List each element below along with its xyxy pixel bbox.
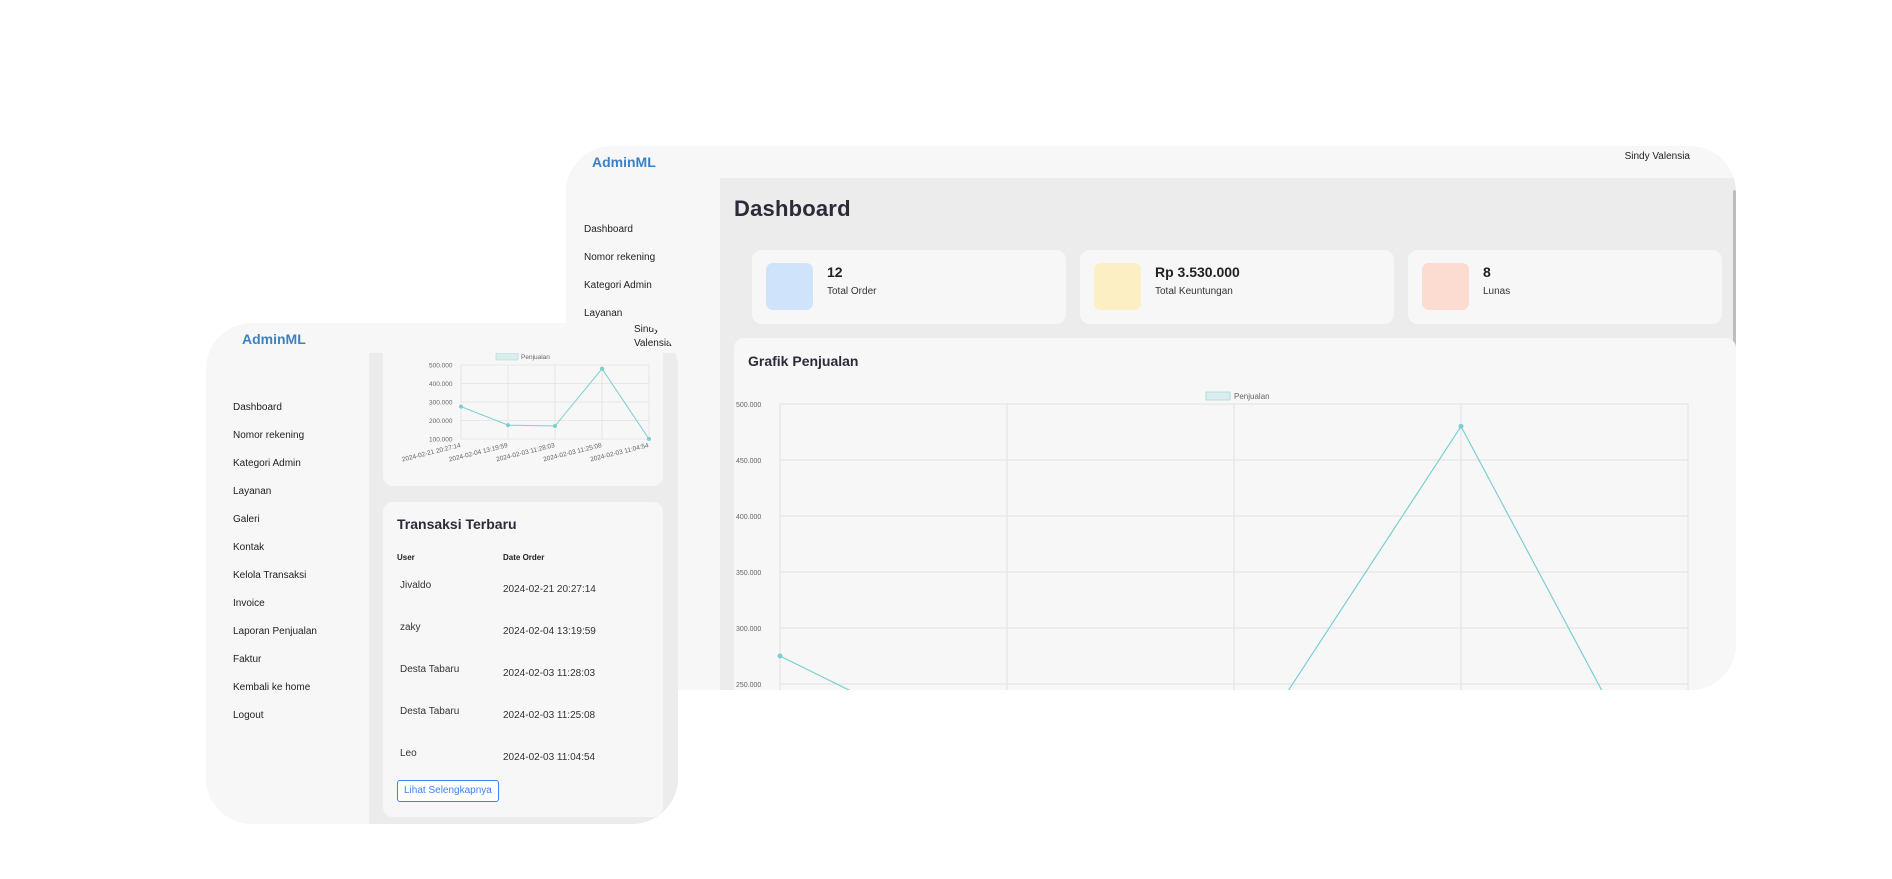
- main-content: Penjualan 100.000 200.000 300.000 400.000 500…: [369, 353, 678, 824]
- y-tick-label: 250.000: [736, 682, 761, 689]
- transactions-title: Transaksi Terbaru: [397, 516, 517, 532]
- sidebar-item-nomor-rekening[interactable]: Nomor rekening: [584, 252, 655, 280]
- data-point[interactable]: [553, 424, 557, 429]
- sidebar-item-kategori-admin[interactable]: Kategori Admin: [584, 280, 655, 308]
- data-point[interactable]: [506, 423, 510, 428]
- stat-card-total-order: 12 Total Order: [752, 250, 1066, 324]
- data-point[interactable]: [647, 437, 651, 441]
- sales-chart-panel: Grafik Penjualan Penjualan 250.000 300.000…: [734, 338, 1736, 690]
- data-point[interactable]: [600, 366, 604, 371]
- cell-user: Jivaldo: [400, 580, 432, 591]
- stat-icon: [1422, 263, 1469, 310]
- stat-value: Rp 3.530.000: [1155, 264, 1240, 280]
- cell-date: 2024-02-03 11:28:03: [503, 668, 596, 679]
- cell-user: Desta Tabaru: [400, 706, 460, 717]
- cell-date: 2024-02-04 13:19:59: [503, 626, 596, 637]
- sidebar-item-kelola-transaksi[interactable]: Kelola Transaksi: [233, 570, 317, 598]
- cell-user: Desta Tabaru: [400, 664, 460, 675]
- data-point[interactable]: [459, 404, 463, 409]
- stat-icon: [1094, 263, 1141, 310]
- recent-transactions-card: Transaksi Terbaru User Date Order Jivald…: [383, 502, 663, 817]
- y-tick-label: 400.000: [736, 514, 761, 521]
- main-content: Dashboard 12 Total Order Rp 3.530.000 To…: [720, 178, 1736, 690]
- column-header-date-order: Date Order: [503, 553, 545, 562]
- y-tick-label: 300.000: [429, 400, 453, 407]
- y-tick-label: 200.000: [429, 418, 453, 425]
- page-title: Dashboard: [734, 196, 851, 221]
- cell-user: Leo: [400, 748, 417, 759]
- data-point[interactable]: [777, 653, 783, 659]
- sidebar-item-logout[interactable]: Logout: [233, 710, 317, 738]
- stat-card-lunas: 8 Lunas: [1408, 250, 1722, 324]
- cell-date: 2024-02-03 11:25:08: [503, 710, 596, 721]
- sidebar-item-kategori-admin[interactable]: Kategori Admin: [233, 458, 317, 486]
- table-row: Jivaldo 2024-02-21 20:27:14: [383, 580, 663, 622]
- table-row: Desta Tabaru 2024-02-03 11:28:03: [383, 664, 663, 706]
- user-name[interactable]: Sindy Valensia: [1625, 151, 1690, 162]
- stat-label: Lunas: [1483, 286, 1511, 297]
- table-row: zaky 2024-02-04 13:19:59: [383, 622, 663, 664]
- y-tick-label: 450.000: [736, 458, 761, 465]
- y-tick-label: 350.000: [736, 570, 761, 577]
- stat-value: 12: [827, 264, 843, 280]
- data-point[interactable]: [1458, 423, 1464, 429]
- sidebar-item-nomor-rekening[interactable]: Nomor rekening: [233, 430, 317, 458]
- sidebar-item-kembali-ke-home[interactable]: Kembali ke home: [233, 682, 317, 710]
- sidebar-item-galeri[interactable]: Galeri: [233, 514, 317, 542]
- sidebar-item-dashboard[interactable]: Dashboard: [584, 224, 655, 252]
- table-row: Desta Tabaru 2024-02-03 11:25:08: [383, 706, 663, 748]
- sidebar-nav: Dashboard Nomor rekening Kategori Admin …: [584, 224, 655, 336]
- brand-logo[interactable]: AdminML: [242, 331, 306, 347]
- y-tick-label: 400.000: [429, 381, 453, 388]
- stat-label: Total Keuntungan: [1155, 286, 1233, 297]
- user-name[interactable]: Sindy Valensia: [634, 323, 678, 351]
- stat-icon: [766, 263, 813, 310]
- sales-chart-panel: Penjualan 100.000 200.000 300.000 400.000 500…: [383, 353, 663, 486]
- y-tick-label: 300.000: [736, 626, 761, 633]
- chart-legend[interactable]: Penjualan: [1205, 391, 1270, 401]
- dashboard-window-mobile: AdminML Sindy Valensia Dashboard Nomor r…: [206, 323, 678, 824]
- y-tick-label: 500.000: [429, 363, 453, 370]
- cell-date: 2024-02-21 20:27:14: [503, 584, 596, 595]
- stat-label: Total Order: [827, 286, 877, 297]
- sidebar-item-layanan[interactable]: Layanan: [233, 486, 317, 514]
- sidebar-item-invoice[interactable]: Invoice: [233, 598, 317, 626]
- see-more-button[interactable]: Lihat Selengkapnya: [397, 780, 499, 802]
- dashboard-window: AdminML Sindy Valensia Dashboard Nomor r…: [566, 146, 1736, 690]
- y-tick-label: 500.000: [736, 402, 761, 409]
- sidebar-item-faktur[interactable]: Faktur: [233, 654, 317, 682]
- legend-label: Penjualan: [521, 354, 550, 361]
- sidebar-nav: Dashboard Nomor rekening Kategori Admin …: [233, 402, 317, 738]
- sidebar-item-dashboard[interactable]: Dashboard: [233, 402, 317, 430]
- stat-card-total-keuntungan: Rp 3.530.000 Total Keuntungan: [1080, 250, 1394, 324]
- stat-value: 8: [1483, 264, 1491, 280]
- cell-date: 2024-02-03 11:04:54: [503, 752, 596, 763]
- sidebar-item-kontak[interactable]: Kontak: [233, 542, 317, 570]
- brand-logo[interactable]: AdminML: [592, 154, 656, 170]
- legend-label: Penjualan: [1234, 392, 1270, 401]
- legend-swatch: [495, 353, 519, 361]
- legend-swatch: [1205, 391, 1231, 401]
- cell-user: zaky: [400, 622, 421, 633]
- sidebar-item-laporan-penjualan[interactable]: Laporan Penjualan: [233, 626, 317, 654]
- chart-legend[interactable]: Penjualan: [495, 353, 550, 361]
- sales-line-chart: Penjualan 100.000 200.000 300.000 400.000 500…: [401, 353, 651, 464]
- column-header-user: User: [397, 553, 415, 562]
- y-tick-label: 100.000: [429, 437, 453, 444]
- sales-line-chart: Penjualan 250.000 300.000 350.000 400.000 450…: [736, 391, 1689, 690]
